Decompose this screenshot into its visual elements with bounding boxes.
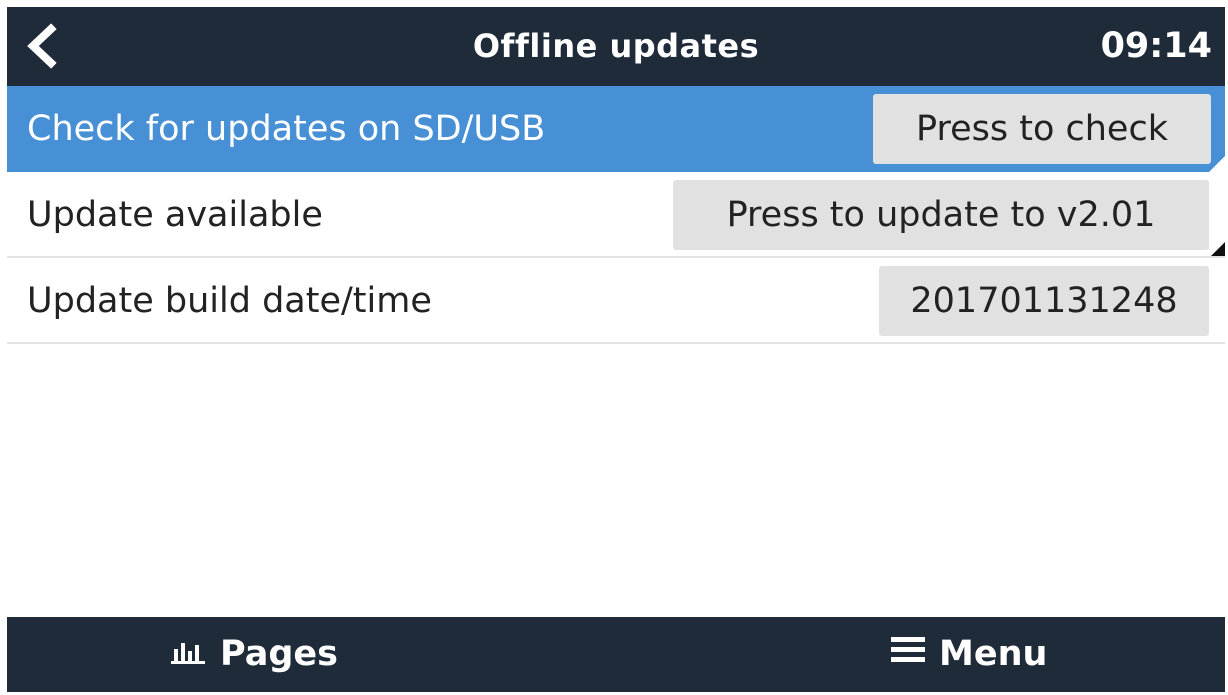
menu-label: Menu bbox=[939, 634, 1048, 674]
edit-indicator bbox=[1211, 242, 1225, 256]
update-button[interactable]: Press to update to v2.01 bbox=[673, 180, 1209, 250]
menu-button[interactable]: Menu bbox=[889, 617, 1047, 692]
row-update-available[interactable]: Update available Press to update to v2.0… bbox=[7, 172, 1225, 258]
row-label: Check for updates on SD/USB bbox=[27, 109, 546, 149]
row-check-updates[interactable]: Check for updates on SD/USB Press to che… bbox=[7, 86, 1225, 172]
check-button[interactable]: Press to check bbox=[873, 94, 1211, 164]
device-frame: Offline updates 09:14 Check for updates … bbox=[0, 0, 1228, 695]
pages-button[interactable]: Pages bbox=[170, 617, 338, 692]
pages-label: Pages bbox=[220, 634, 338, 674]
header-bar: Offline updates 09:14 bbox=[7, 7, 1225, 86]
page-title: Offline updates bbox=[472, 27, 760, 65]
row-label: Update build date/time bbox=[27, 281, 432, 321]
row-label: Update available bbox=[27, 195, 323, 235]
row-build-date: Update build date/time 201701131248 bbox=[7, 258, 1225, 344]
build-date-value: 201701131248 bbox=[879, 266, 1209, 336]
hamburger-menu-icon bbox=[889, 617, 929, 692]
screen: Offline updates 09:14 Check for updates … bbox=[7, 7, 1225, 692]
clock: 09:14 bbox=[1100, 26, 1212, 66]
footer-bar: Pages Menu bbox=[7, 617, 1225, 692]
bar-chart-icon bbox=[170, 617, 210, 692]
edit-indicator bbox=[1209, 156, 1225, 172]
